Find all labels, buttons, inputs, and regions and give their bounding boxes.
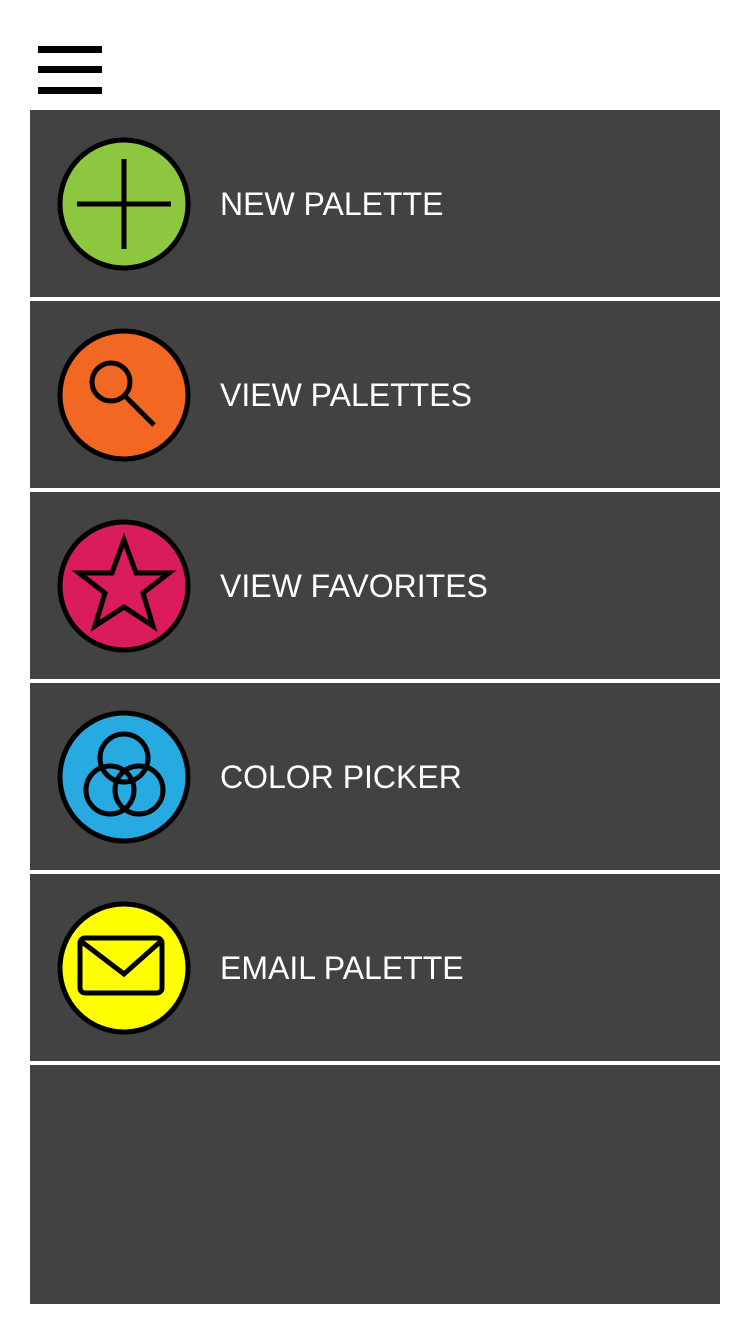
menu-divider: [30, 1061, 720, 1065]
hamburger-menu-button[interactable]: [38, 46, 102, 96]
menu-item-view-palettes[interactable]: VIEW PALETTES: [30, 301, 720, 488]
envelope-icon: [57, 901, 191, 1035]
menu-item-view-favorites[interactable]: VIEW FAVORITES: [30, 492, 720, 679]
hamburger-icon-bar: [38, 46, 102, 53]
menu-item-label: NEW PALETTE: [220, 186, 444, 222]
menu-item-label: VIEW FAVORITES: [220, 568, 488, 604]
menu-item-label: EMAIL PALETTE: [220, 950, 464, 986]
hamburger-icon-bar: [38, 66, 102, 73]
color-circles-icon: [57, 710, 191, 844]
magnifier-icon: [57, 328, 191, 462]
menu-item-label: VIEW PALETTES: [220, 377, 472, 413]
menu-item-color-picker[interactable]: COLOR PICKER: [30, 683, 720, 870]
star-icon: [57, 519, 191, 653]
menu-item-email-palette[interactable]: EMAIL PALETTE: [30, 874, 720, 1061]
hamburger-icon-bar: [38, 87, 102, 94]
menu-item-label: COLOR PICKER: [220, 759, 462, 795]
side-menu: NEW PALETTE VIEW PALETTES VIEW FAVORITES: [30, 110, 720, 1304]
plus-icon: [57, 137, 191, 271]
menu-item-new-palette[interactable]: NEW PALETTE: [30, 110, 720, 297]
